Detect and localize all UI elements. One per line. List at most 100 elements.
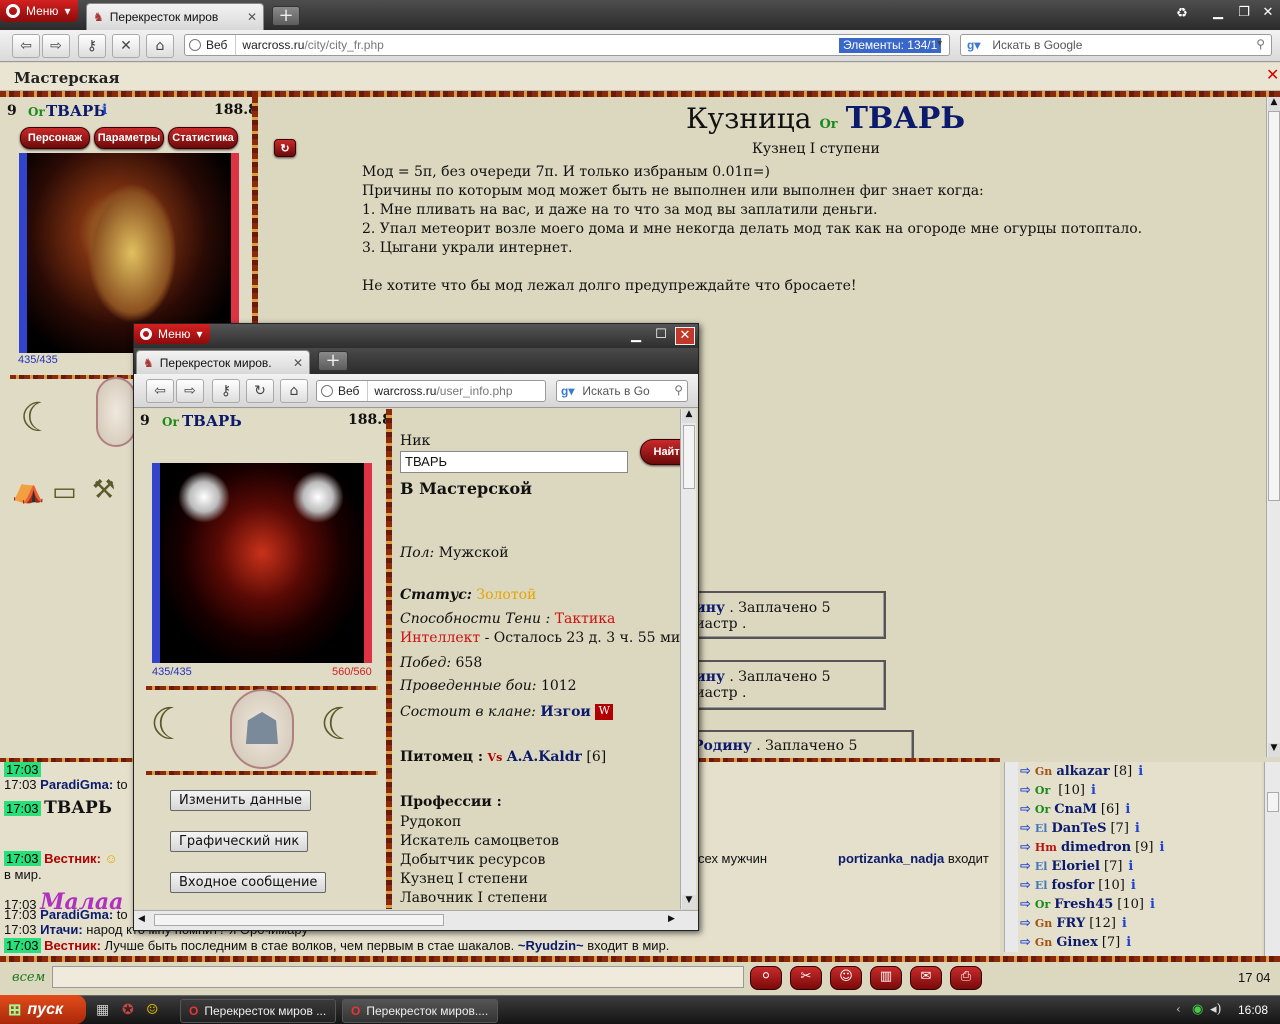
chat-scroll-thumb[interactable]: [1267, 792, 1279, 812]
main-scrollbar[interactable]: ▲ ▼: [1266, 97, 1280, 757]
find-button[interactable]: Найти: [640, 439, 680, 465]
printer-icon[interactable]: ⎙: [950, 966, 982, 990]
tray-volume-icon[interactable]: ◂): [1210, 1002, 1222, 1017]
scroll-up-icon[interactable]: ▲: [1268, 97, 1280, 111]
popup-address-bar[interactable]: Веб warcross.ru/user_info.php: [316, 380, 546, 402]
popup-scroll-thumb[interactable]: [683, 425, 695, 489]
online-user-info-link[interactable]: i: [1122, 916, 1127, 931]
private-arrow-icon[interactable]: ⇨: [1020, 935, 1031, 950]
online-user-row[interactable]: ⇨ El DanTeS [7] i: [1020, 820, 1140, 838]
forge-owner-name[interactable]: ТВАРЬ: [846, 101, 965, 136]
online-user-row[interactable]: ⇨ Or [10] i: [1020, 782, 1096, 800]
browser-tab[interactable]: ♞ Перекресток миров ✕: [86, 3, 264, 30]
tab-statistics[interactable]: Статистика: [168, 127, 238, 149]
nick-input[interactable]: ТВАРЬ: [400, 451, 628, 473]
online-user-info-link[interactable]: i: [1128, 859, 1133, 874]
opera-menu-button[interactable]: Меню ▾: [0, 0, 78, 22]
private-arrow-icon[interactable]: ⇨: [1020, 764, 1031, 779]
popup-new-tab-button[interactable]: +: [318, 351, 348, 371]
private-arrow-icon[interactable]: ⇨: [1020, 859, 1031, 874]
popup-minimize-button[interactable]: ▁: [628, 328, 644, 343]
online-user-row[interactable]: ⇨ Or CnaM [6] i: [1020, 801, 1130, 819]
clan-link[interactable]: Изгои: [540, 704, 590, 720]
popup-char-name[interactable]: ТВАРЬ: [182, 412, 242, 430]
quicklaunch-game-icon[interactable]: ✪: [122, 1002, 134, 1018]
edit-data-button[interactable]: Изменить данные: [170, 790, 311, 811]
address-dropdown-icon[interactable]: ▾: [937, 38, 942, 49]
popup-opera-menu[interactable]: Меню ▾: [134, 324, 210, 344]
graphic-nick-button[interactable]: Графический ник: [170, 831, 309, 852]
private-arrow-icon[interactable]: ⇨: [1020, 821, 1031, 836]
close-page-icon[interactable]: ✕: [1266, 65, 1279, 84]
quicklaunch-desktop-icon[interactable]: ▦: [96, 1002, 109, 1018]
online-user-row[interactable]: ⇨ Gn Ginex [7] i: [1020, 934, 1131, 952]
online-user-info-link[interactable]: i: [1138, 764, 1143, 779]
online-user-name[interactable]: DanTeS: [1051, 821, 1106, 836]
online-user-name[interactable]: FRY: [1056, 916, 1085, 931]
chat-sender[interactable]: Вестник:: [44, 938, 101, 953]
popup-search-box[interactable]: g▾ Искать в Go ⚲: [556, 380, 688, 402]
tray-expand-icon[interactable]: ‹: [1176, 1002, 1181, 1016]
char-name[interactable]: ТВАРЬ: [46, 102, 106, 120]
online-user-row[interactable]: ⇨ El Eloriel [7] i: [1020, 858, 1133, 876]
search-icon[interactable]: ⚲: [1256, 37, 1265, 51]
online-user-info-link[interactable]: i: [1150, 897, 1155, 912]
char-info-link[interactable]: i: [102, 102, 107, 118]
close-tab-icon[interactable]: ✕: [247, 10, 257, 24]
quicklaunch-app-icon[interactable]: ☺: [146, 1002, 159, 1018]
popup-home-button[interactable]: ⌂: [280, 379, 308, 403]
chat-sender[interactable]: ParadiGma:: [40, 777, 113, 792]
scroll-down-icon[interactable]: ▼: [1268, 743, 1280, 757]
chat-sender[interactable]: Итачи:: [40, 922, 83, 937]
popup-close-button[interactable]: ✕: [675, 327, 695, 345]
tray-network-icon[interactable]: ◉: [1192, 1002, 1203, 1017]
scroll-down-icon[interactable]: ▼: [682, 895, 696, 909]
whisper-icon[interactable]: ⚪: [750, 966, 782, 990]
chat-scrollbar[interactable]: [1264, 762, 1280, 956]
online-user-info-link[interactable]: i: [1131, 878, 1136, 893]
online-user-name[interactable]: Ginex: [1056, 935, 1098, 950]
scissors-icon[interactable]: ✂: [790, 966, 822, 990]
tab-parameters[interactable]: Параметры: [94, 127, 164, 149]
body-slot[interactable]: [96, 377, 136, 447]
online-user-name[interactable]: dimedron: [1061, 840, 1131, 855]
chat-input[interactable]: [52, 966, 744, 988]
online-user-info-link[interactable]: i: [1125, 802, 1130, 817]
online-user-info-link[interactable]: i: [1091, 783, 1096, 798]
mail-icon[interactable]: ✉: [910, 966, 942, 990]
pet-name[interactable]: A.A.Kaldr: [507, 749, 582, 765]
chat-user-link[interactable]: portizanka_nadja: [838, 851, 944, 866]
anvil-icon[interactable]: ⚒: [92, 475, 115, 505]
private-arrow-icon[interactable]: ⇨: [1020, 802, 1031, 817]
right-weapon-icon[interactable]: ☾: [320, 699, 359, 750]
key-icon[interactable]: ⚷: [78, 34, 106, 58]
body-slot[interactable]: ☗: [230, 689, 294, 769]
taskbar-item[interactable]: O Перекресток миров ...: [180, 999, 336, 1023]
online-user-name[interactable]: Eloriel: [1051, 859, 1100, 874]
book-icon[interactable]: ▭: [52, 477, 77, 507]
scroll-left-icon[interactable]: ◀: [138, 914, 145, 924]
popup-back-button[interactable]: ⇦: [146, 379, 174, 403]
close-tab-icon[interactable]: ✕: [293, 356, 303, 370]
refresh-button[interactable]: ↻: [274, 139, 296, 157]
start-button[interactable]: ⊞ пуск: [0, 995, 86, 1024]
online-user-info-link[interactable]: i: [1160, 840, 1165, 855]
restore-button[interactable]: ❐: [1234, 5, 1254, 20]
chat-sender[interactable]: Вестник:: [44, 851, 101, 866]
private-arrow-icon[interactable]: ⇨: [1020, 840, 1031, 855]
search-box[interactable]: g▾ Искать в Google ⚲: [960, 34, 1272, 56]
online-user-name[interactable]: alkazar: [1056, 764, 1109, 779]
popup-hscrollbar[interactable]: ◀ ▶: [134, 910, 698, 930]
taskbar-item-active[interactable]: O Перекресток миров....: [342, 999, 498, 1023]
close-window-button[interactable]: ✕: [1258, 5, 1278, 20]
popup-key-icon[interactable]: ⚷: [212, 379, 240, 403]
online-user-row[interactable]: ⇨ El fosfor [10] i: [1020, 877, 1136, 895]
book-open-icon[interactable]: ▥: [870, 966, 902, 990]
scroll-thumb[interactable]: [1268, 111, 1280, 501]
popup-tab[interactable]: ♞ Перекресток миров. ✕: [136, 350, 310, 374]
chat-channel-label[interactable]: всем: [12, 970, 45, 985]
tab-character[interactable]: Персонаж: [20, 127, 90, 149]
popup-forward-button[interactable]: ⇨: [176, 379, 204, 403]
home-button[interactable]: ⌂: [146, 34, 174, 58]
chat-sender[interactable]: ParadiGma:: [40, 907, 113, 922]
